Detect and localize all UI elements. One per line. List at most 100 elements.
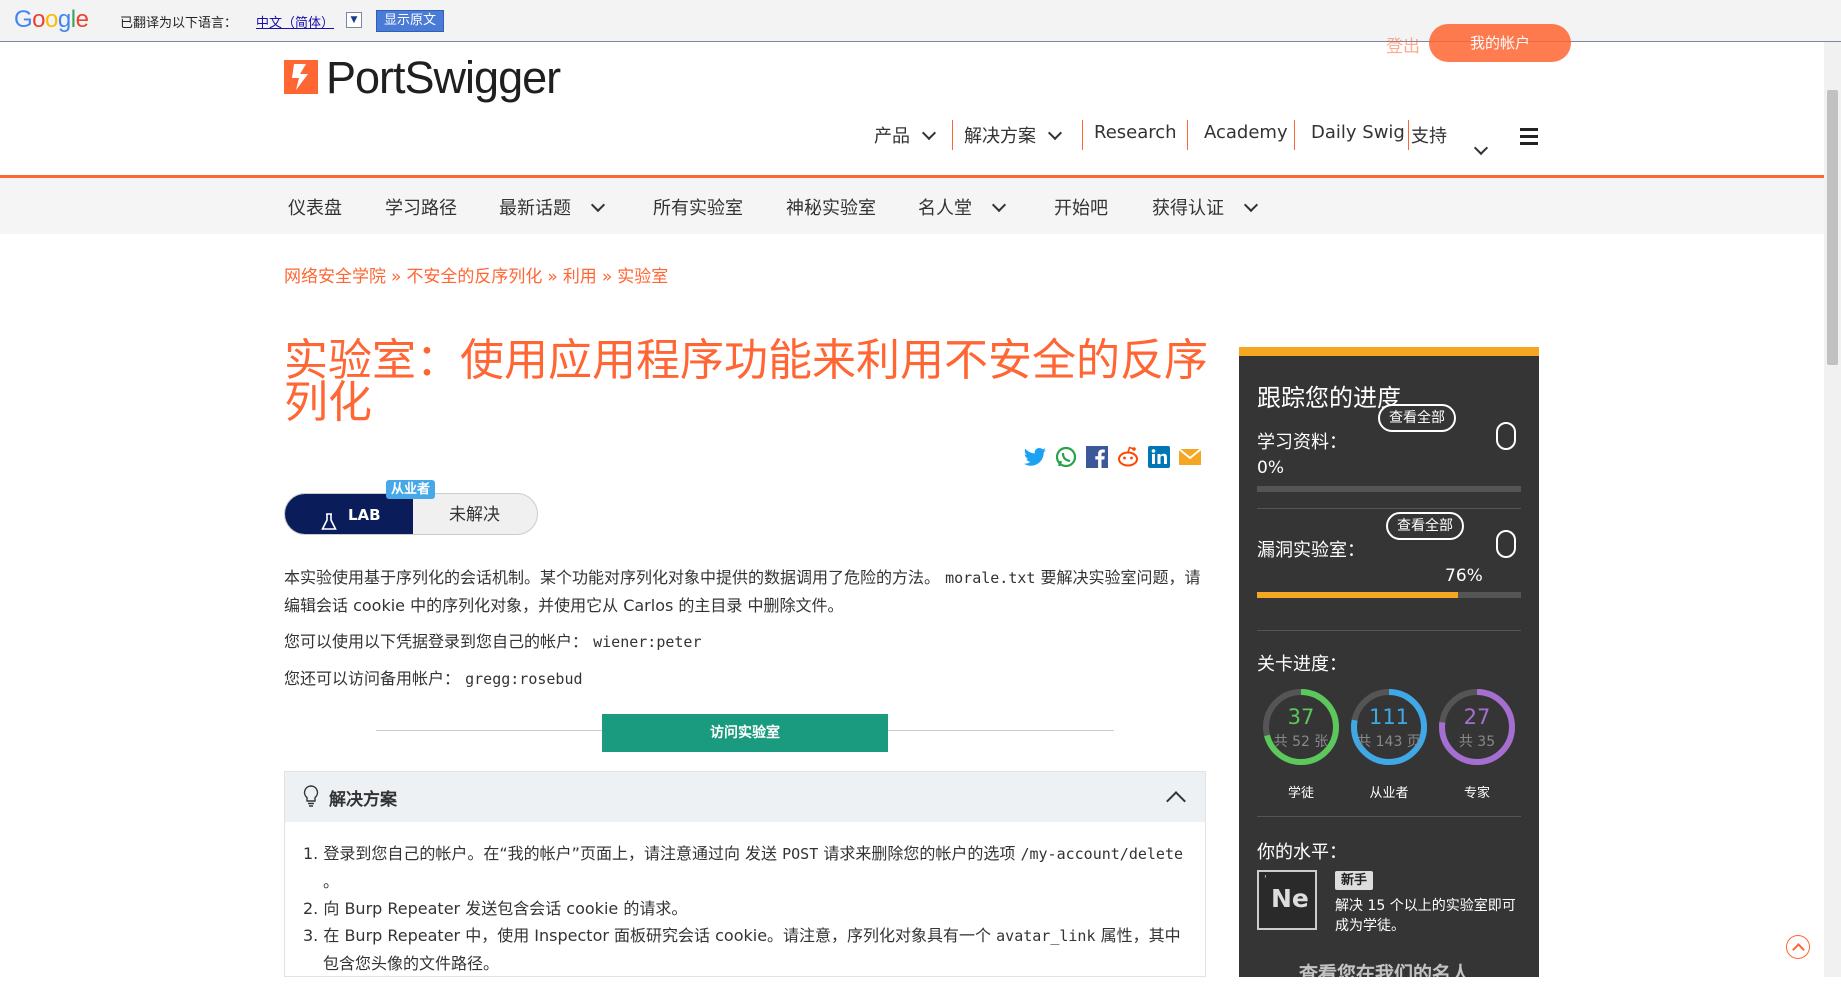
list-item: 1. 登录到您自己的帐户。在“我的帐户”页面上，请注意通过向 发送 POST 请… xyxy=(303,844,1184,891)
lab-solved-status: 未解决 xyxy=(449,505,500,525)
learning-materials-label: 学习资料： xyxy=(1257,432,1347,453)
learning-view-all-button[interactable]: 查看全部 xyxy=(1378,404,1456,432)
subnav-all-labs[interactable]: 所有实验室 xyxy=(653,194,743,220)
labs-progress-fill xyxy=(1257,592,1458,598)
breadcrumb: 网络安全学院» 不安全的反序列化» 利用» 实验室 xyxy=(284,267,669,287)
learning-progress-bar xyxy=(1257,486,1521,492)
chevron-down-icon xyxy=(590,197,606,213)
brand-name[interactable]: PortSwigger xyxy=(326,52,561,104)
lightbulb-icon xyxy=(303,785,319,811)
language-dropdown-icon[interactable]: ▼ xyxy=(346,12,362,28)
divider xyxy=(1257,816,1521,817)
language-link[interactable]: 中文（简体） xyxy=(256,12,334,31)
translated-to-label: 已翻译为以下语言： xyxy=(120,16,238,31)
labs-progress-bar xyxy=(1257,592,1521,598)
solution-header[interactable]: 解决方案 xyxy=(285,772,1205,822)
flask-icon xyxy=(321,505,337,534)
expert-ring[interactable]: 27 共 35 专家 xyxy=(1437,687,1517,801)
divider xyxy=(1257,508,1521,509)
support-chevron-down-icon[interactable] xyxy=(1473,140,1489,161)
nav-academy[interactable]: Academy xyxy=(1204,122,1288,143)
whatsapp-icon[interactable] xyxy=(1054,445,1078,469)
subnav-dashboard[interactable]: 仪表盘 xyxy=(288,194,342,220)
ring-value: 111 xyxy=(1368,705,1410,729)
google-logo[interactable]: Google xyxy=(14,6,89,34)
facebook-icon[interactable] xyxy=(1085,445,1109,469)
level-name-tag: 新手 xyxy=(1335,871,1374,890)
nav-support[interactable]: 支持 xyxy=(1411,122,1447,148)
page-scrollbar[interactable] xyxy=(1824,42,1841,977)
solution-panel: 解决方案 1. 登录到您自己的帐户。在“我的帐户”页面上，请注意通过向 发送 P… xyxy=(284,771,1206,977)
credentials-code: wiener:peter xyxy=(593,633,702,651)
lab-tag: LAB xyxy=(285,494,413,534)
practitioner-ring[interactable]: 111 共 143 页 从业者 xyxy=(1349,687,1429,801)
nav-separator xyxy=(952,120,953,150)
labs-view-all-button[interactable]: 查看全部 xyxy=(1386,512,1464,540)
subnav-certification[interactable]: 获得认证 xyxy=(1152,194,1259,220)
show-original-button[interactable]: 显示原文 xyxy=(376,10,445,32)
chevron-up-icon[interactable] xyxy=(1166,791,1186,811)
breadcrumb-item[interactable]: 利用 xyxy=(563,267,597,287)
level-element-badge: ' Ne xyxy=(1257,870,1317,930)
labs-toggle[interactable] xyxy=(1496,530,1516,558)
scrollbar-thumb[interactable] xyxy=(1827,90,1838,365)
list-item: 2. 向 Burp Repeater 发送包含会话 cookie 的请求。 xyxy=(303,899,688,918)
breadcrumb-item[interactable]: 实验室 xyxy=(617,267,668,287)
access-lab-button[interactable]: 访问实验室 xyxy=(602,714,888,752)
reddit-icon[interactable] xyxy=(1116,445,1140,469)
backup-account-text: 您还可以访问备用帐户： gregg:rosebud xyxy=(284,669,583,688)
ring-value: 27 xyxy=(1463,705,1491,729)
subnav-mystery-labs[interactable]: 神秘实验室 xyxy=(786,194,876,220)
subnav-hall-of-fame[interactable]: 名人堂 xyxy=(918,194,1007,220)
level-description: 解决 15 个以上的实验室即可成为学徒。 xyxy=(1335,898,1516,934)
nav-separator xyxy=(1294,120,1295,150)
learning-toggle[interactable] xyxy=(1496,422,1516,450)
list-item: 3. 在 Burp Repeater 中，使用 Inspector 面板研究会话… xyxy=(303,926,1181,973)
ring-caption: 学徒 xyxy=(1287,786,1314,801)
level-progress-label: 关卡进度： xyxy=(1257,654,1347,675)
linkedin-icon[interactable] xyxy=(1147,445,1171,469)
page-title: 实验室：使用应用程序功能来利用不安全的反序列化 xyxy=(284,335,1208,428)
ring-caption: 专家 xyxy=(1463,786,1490,801)
ring-total: 共 52 张 xyxy=(1273,734,1329,750)
hall-of-fame-link[interactable]: 查看您在我们的名人 xyxy=(1299,959,1470,986)
code-filename: morale.txt xyxy=(945,569,1036,587)
breadcrumb-item[interactable]: 网络安全学院 xyxy=(284,267,386,287)
solution-steps: 1. 登录到您自己的帐户。在“我的帐户”页面上，请注意通过向 发送 POST 请… xyxy=(303,840,1183,977)
nav-separator xyxy=(1082,120,1083,150)
chevron-down-icon xyxy=(991,197,1007,213)
nav-research[interactable]: Research xyxy=(1094,122,1177,143)
difficulty-badge: 从业者 xyxy=(386,480,436,499)
progress-sidebar: 跟踪您的进度 学习资料： 查看全部 0% 漏洞实验室： 查看全部 76% 关卡进… xyxy=(1239,347,1539,985)
nav-daily-swig[interactable]: Daily Swig xyxy=(1311,122,1405,143)
nav-solutions[interactable]: 解决方案 xyxy=(964,122,1063,148)
your-level-label: 你的水平： xyxy=(1257,842,1347,863)
email-icon[interactable] xyxy=(1178,445,1202,469)
labs-percent: 76% xyxy=(1445,566,1483,586)
twitter-icon[interactable] xyxy=(1023,445,1047,469)
nav-separator xyxy=(1187,120,1188,150)
lab-status-pill: LAB 未解决 xyxy=(284,493,538,535)
subnav-get-started[interactable]: 开始吧 xyxy=(1054,194,1108,220)
breadcrumb-item[interactable]: 不安全的反序列化 xyxy=(406,267,542,287)
academy-sub-nav: 仪表盘 学习路径 最新话题 所有实验室 神秘实验室 名人堂 开始吧 获得认证 xyxy=(0,178,1824,234)
backup-credentials-code: gregg:rosebud xyxy=(465,670,583,688)
ring-total: 共 35 xyxy=(1458,734,1496,750)
my-account-button[interactable]: 我的帐户 xyxy=(1429,24,1571,62)
credentials-text: 您可以使用以下凭据登录到您自己的帐户： wiener:peter xyxy=(284,632,702,651)
portswigger-logo-icon[interactable] xyxy=(284,60,318,94)
menu-icon[interactable] xyxy=(1520,128,1538,149)
sign-out-link[interactable]: 登出 xyxy=(1386,32,1420,57)
chevron-down-icon xyxy=(921,125,937,141)
divider xyxy=(1257,630,1521,631)
ring-caption: 从业者 xyxy=(1369,786,1409,801)
ring-value: 37 xyxy=(1287,705,1315,729)
nav-products[interactable]: 产品 xyxy=(874,122,937,148)
lab-description: 本实验使用基于序列化的会话机制。某个功能对序列化对象中提供的数据调用了危险的方法… xyxy=(284,568,1201,615)
sidebar-title: 跟踪您的进度 xyxy=(1257,384,1401,412)
subnav-latest-topics[interactable]: 最新话题 xyxy=(499,194,606,220)
nav-separator xyxy=(1408,120,1409,150)
subnav-learning-path[interactable]: 学习路径 xyxy=(385,194,457,220)
apprentice-ring[interactable]: 37 共 52 张 学徒 xyxy=(1261,687,1341,801)
back-to-top-icon[interactable] xyxy=(1786,935,1810,959)
